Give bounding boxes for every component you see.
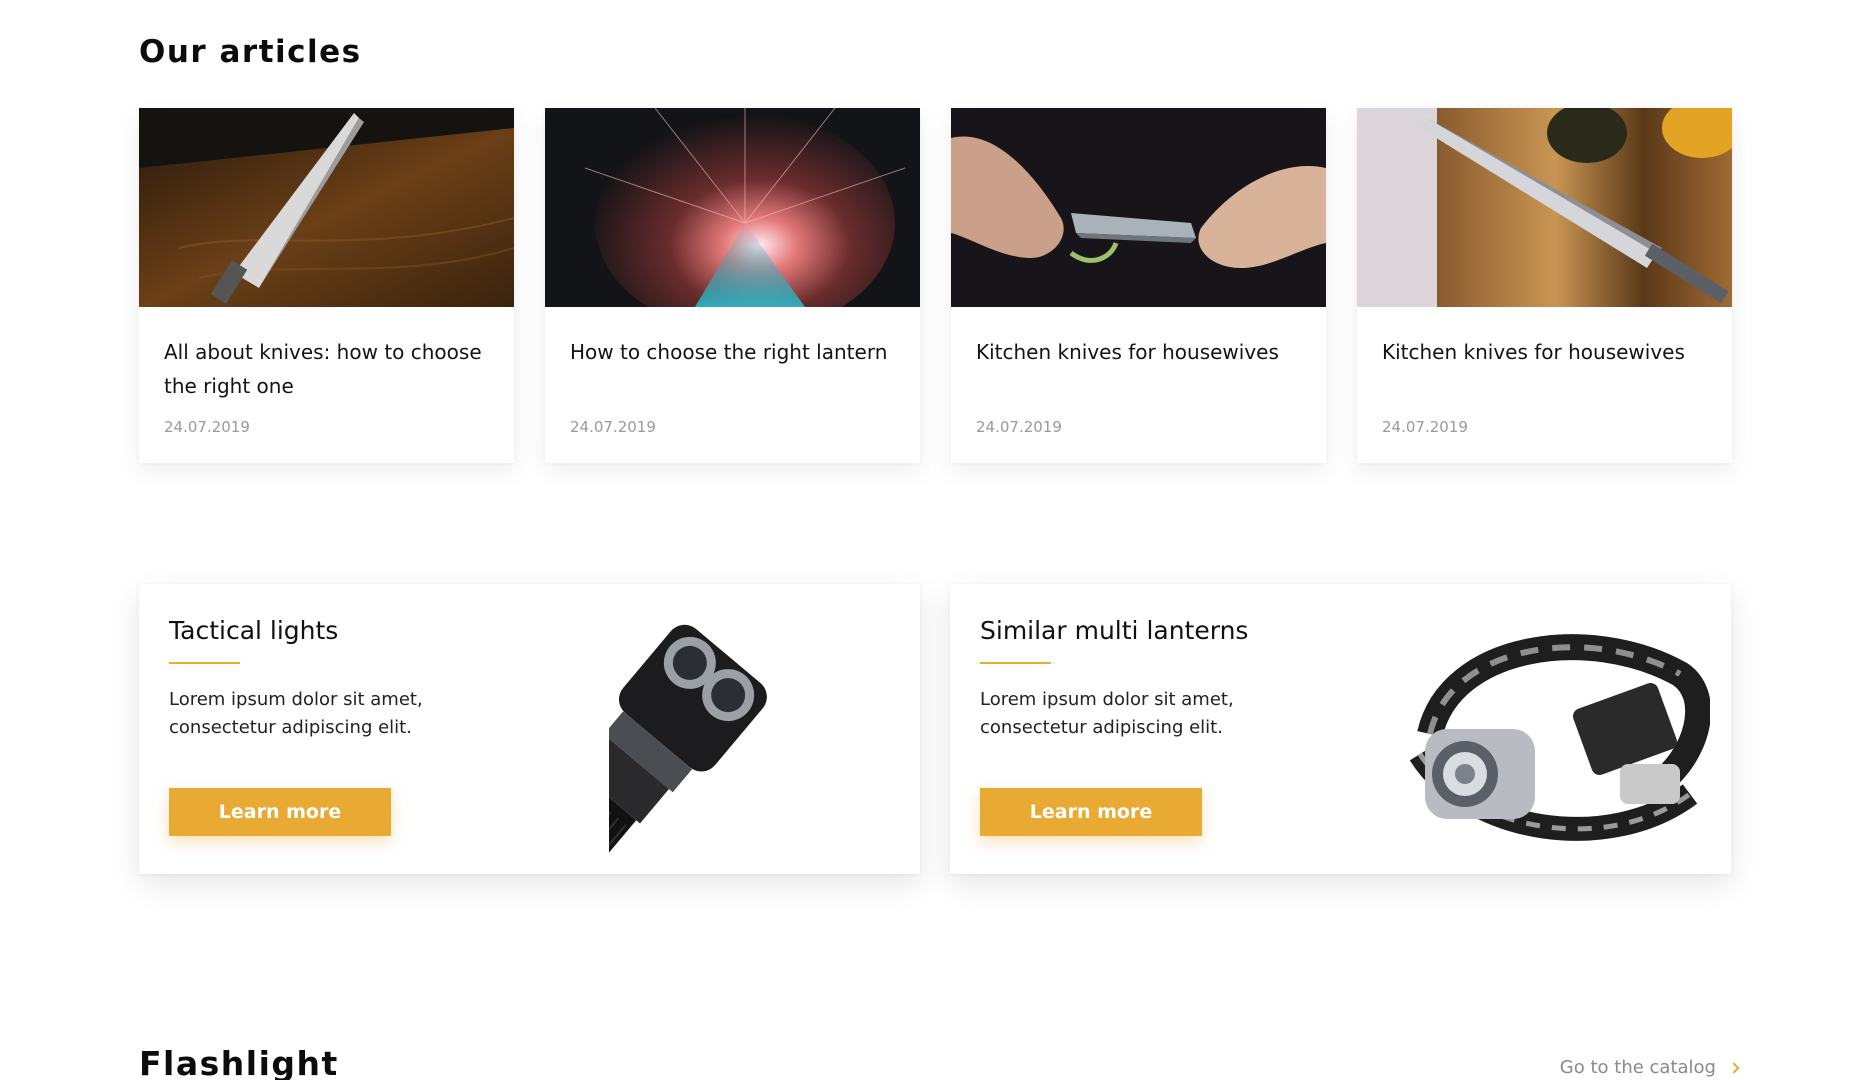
article-card[interactable]: All about knives: how to choose the righ… — [139, 108, 514, 463]
promo-card-tactical-lights: Tactical lights Lorem ipsum dolor sit am… — [139, 584, 920, 874]
article-date: 24.07.2019 — [1382, 418, 1468, 436]
learn-more-button[interactable]: Learn more — [980, 788, 1202, 836]
article-image-chef-knife-board[interactable] — [1357, 108, 1732, 307]
article-card[interactable]: Kitchen knives for housewives 24.07.2019 — [1357, 108, 1732, 463]
article-title[interactable]: Kitchen knives for housewives — [1382, 335, 1707, 403]
article-card[interactable]: How to choose the right lantern 24.07.20… — [545, 108, 920, 463]
chevron-right-icon — [1728, 1061, 1740, 1074]
flashlight-image — [609, 624, 767, 874]
promo-description: Lorem ipsum dolor sit amet, consectetur … — [169, 689, 423, 738]
promo-title: Similar multi lanterns — [980, 616, 1249, 645]
article-date: 24.07.2019 — [976, 418, 1062, 436]
section-title-articles: Our articles — [139, 34, 362, 70]
article-title[interactable]: All about knives: how to choose the righ… — [164, 335, 489, 403]
article-date: 24.07.2019 — [164, 418, 250, 436]
catalog-link-label: Go to the catalog — [1559, 1057, 1716, 1078]
section-title-flashlight: Flashlight — [139, 1044, 339, 1080]
promo-title-underline — [169, 662, 240, 664]
article-image-knife-on-wood[interactable] — [139, 108, 514, 307]
articles-list: All about knives: how to choose the righ… — [139, 108, 1732, 463]
page: Our articles All about knives: how to ch… — [0, 0, 1875, 1080]
article-title[interactable]: How to choose the right lantern — [570, 335, 895, 403]
article-date: 24.07.2019 — [570, 418, 656, 436]
headlamp-image — [1409, 634, 1710, 841]
article-image-light-burst[interactable] — [545, 108, 920, 307]
promo-title-underline — [980, 662, 1051, 664]
article-title[interactable]: Kitchen knives for housewives — [976, 335, 1301, 403]
promo-description: Lorem ipsum dolor sit amet, consectetur … — [980, 689, 1234, 738]
promo-card-similar-multi-lanterns: Similar multi lanterns Lorem ipsum dolor… — [950, 584, 1731, 874]
article-image-hands-knife[interactable] — [951, 108, 1326, 307]
promo-title: Tactical lights — [169, 616, 339, 645]
learn-more-button[interactable]: Learn more — [169, 788, 391, 836]
article-card[interactable]: Kitchen knives for housewives 24.07.2019 — [951, 108, 1326, 463]
go-to-catalog-link[interactable]: Go to the catalog — [1559, 1057, 1740, 1078]
